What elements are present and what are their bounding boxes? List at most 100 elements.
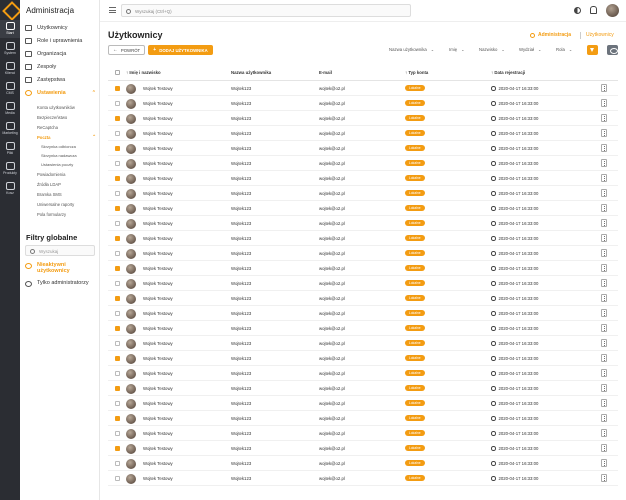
more-vertical-icon[interactable]: [601, 234, 607, 242]
column-visibility-button[interactable]: [607, 45, 618, 55]
table-row[interactable]: Wojtek Testowy Wojtek123 wojtek@o2.pl Lokal…: [108, 141, 618, 156]
column-header-email[interactable]: E-mail: [319, 70, 332, 75]
sidebar-item-1[interactable]: Role i uprawnienia: [20, 34, 100, 47]
sort-select-0[interactable]: Nazwa użytkownika ⌄: [389, 47, 434, 52]
rail-item-start[interactable]: Start: [0, 20, 20, 38]
table-row[interactable]: Wojtek Testowy Wojtek123 wojtek@o2.pl Lokal…: [108, 201, 618, 216]
sort-select-3[interactable]: Wydział ⌄: [519, 47, 541, 52]
more-vertical-icon[interactable]: [601, 264, 607, 272]
more-vertical-icon[interactable]: [601, 144, 607, 152]
table-row[interactable]: Wojtek Testowy Wojtek123 wojtek@o2.pl Lokal…: [108, 321, 618, 336]
table-row[interactable]: Wojtek Testowy Wojtek123 wojtek@o2.pl Lokal…: [108, 246, 618, 261]
table-row[interactable]: Wojtek Testowy Wojtek123 wojtek@o2.pl Lokal…: [108, 261, 618, 276]
rail-item-klienci[interactable]: Klienci: [0, 60, 20, 78]
column-header-login[interactable]: Nazwa użytkownika: [231, 70, 271, 75]
mail-subitem-2[interactable]: Ustawienia poczty: [20, 160, 100, 169]
table-row[interactable]: Wojtek Testowy Wojtek123 wojtek@o2.pl Lokal…: [108, 186, 618, 201]
sort-select-4[interactable]: Rola ⌄: [556, 47, 572, 52]
table-row[interactable]: Wojtek Testowy Wojtek123 wojtek@o2.pl Lokal…: [108, 471, 618, 486]
back-button[interactable]: ← POWRÓT: [108, 45, 145, 55]
more-vertical-icon[interactable]: [601, 369, 607, 377]
row-checkbox[interactable]: [115, 236, 120, 241]
row-checkbox[interactable]: [115, 371, 120, 376]
global-filter-0[interactable]: Nieaktywni użytkownicy: [25, 262, 89, 274]
table-row[interactable]: Wojtek Testowy Wojtek123 wojtek@o2.pl Lokal…: [108, 291, 618, 306]
more-vertical-icon[interactable]: [601, 189, 607, 197]
row-checkbox[interactable]: [115, 221, 120, 226]
rail-item-system[interactable]: System: [0, 40, 20, 58]
row-checkbox[interactable]: [115, 341, 120, 346]
more-vertical-icon[interactable]: [601, 339, 607, 347]
table-row[interactable]: Wojtek Testowy Wojtek123 wojtek@o2.pl Lokal…: [108, 111, 618, 126]
settings-subitem-extra-0[interactable]: Powiadomienia: [20, 169, 100, 179]
row-checkbox[interactable]: [115, 296, 120, 301]
settings-subitem-extra-4[interactable]: Pola formularzy: [20, 209, 100, 219]
breadcrumb-users-link[interactable]: Użytkownicy: [586, 32, 614, 38]
more-vertical-icon[interactable]: [601, 84, 607, 92]
table-row[interactable]: Wojtek Testowy Wojtek123 wojtek@o2.pl Lokal…: [108, 456, 618, 471]
table-row[interactable]: Wojtek Testowy Wojtek123 wojtek@o2.pl Lokal…: [108, 81, 618, 96]
settings-subitem-3[interactable]: Poczta ⌃: [20, 132, 100, 142]
row-checkbox[interactable]: [115, 176, 120, 181]
settings-subitem-extra-2[interactable]: Bramka SMS: [20, 189, 100, 199]
table-row[interactable]: Wojtek Testowy Wojtek123 wojtek@o2.pl Lokal…: [108, 276, 618, 291]
row-checkbox[interactable]: [115, 476, 120, 481]
settings-subitem-2[interactable]: ReCaptcha: [20, 122, 100, 132]
row-checkbox[interactable]: [115, 146, 120, 151]
row-checkbox[interactable]: [115, 161, 120, 166]
more-vertical-icon[interactable]: [601, 159, 607, 167]
table-row[interactable]: Wojtek Testowy Wojtek123 wojtek@o2.pl Lokal…: [108, 216, 618, 231]
more-vertical-icon[interactable]: [601, 294, 607, 302]
column-header-type[interactable]: ↑ Typ konta: [405, 70, 428, 75]
row-checkbox[interactable]: [115, 101, 120, 106]
row-checkbox[interactable]: [115, 461, 120, 466]
row-checkbox[interactable]: [115, 446, 120, 451]
sidebar-item-4[interactable]: Zastępstwa: [20, 73, 100, 86]
global-search-input[interactable]: Wyszukaj (Ctrl+Q): [121, 4, 411, 17]
row-checkbox[interactable]: [115, 251, 120, 256]
row-checkbox[interactable]: [115, 281, 120, 286]
sidebar-item-5[interactable]: Ustawienia ⌃: [20, 86, 100, 99]
more-vertical-icon[interactable]: [601, 99, 607, 107]
breadcrumb-admin-link[interactable]: Administracja: [530, 32, 571, 38]
table-row[interactable]: Wojtek Testowy Wojtek123 wojtek@o2.pl Lokal…: [108, 126, 618, 141]
more-vertical-icon[interactable]: [601, 384, 607, 392]
table-row[interactable]: Wojtek Testowy Wojtek123 wojtek@o2.pl Lokal…: [108, 366, 618, 381]
add-user-button[interactable]: + DODAJ UŻYTKOWNIKA: [148, 45, 213, 55]
mail-subitem-1[interactable]: Skrzynka nadawcza: [20, 151, 100, 160]
more-vertical-icon[interactable]: [601, 219, 607, 227]
row-checkbox[interactable]: [115, 386, 120, 391]
row-checkbox[interactable]: [115, 326, 120, 331]
rail-item-pliki[interactable]: Pliki: [0, 140, 20, 158]
row-checkbox[interactable]: [115, 356, 120, 361]
more-vertical-icon[interactable]: [601, 324, 607, 332]
filter-search-input[interactable]: Wyszukaj: [25, 245, 95, 256]
row-checkbox[interactable]: [115, 191, 120, 196]
rail-item-media[interactable]: Media: [0, 100, 20, 118]
table-row[interactable]: Wojtek Testowy Wojtek123 wojtek@o2.pl Lokal…: [108, 441, 618, 456]
more-vertical-icon[interactable]: [601, 429, 607, 437]
more-vertical-icon[interactable]: [601, 309, 607, 317]
settings-subitem-extra-3[interactable]: Uniwersalne raporty: [20, 199, 100, 209]
row-checkbox[interactable]: [115, 266, 120, 271]
table-row[interactable]: Wojtek Testowy Wojtek123 wojtek@o2.pl Lokal…: [108, 96, 618, 111]
table-row[interactable]: Wojtek Testowy Wojtek123 wojtek@o2.pl Lokal…: [108, 411, 618, 426]
more-vertical-icon[interactable]: [601, 174, 607, 182]
rail-item-produkty[interactable]: Produkty: [0, 160, 20, 178]
bell-icon[interactable]: [590, 6, 597, 14]
user-avatar[interactable]: [606, 4, 619, 17]
table-row[interactable]: Wojtek Testowy Wojtek123 wojtek@o2.pl Lokal…: [108, 381, 618, 396]
row-checkbox[interactable]: [115, 116, 120, 121]
rail-item-marketing[interactable]: Marketing: [0, 120, 20, 138]
more-vertical-icon[interactable]: [601, 114, 607, 122]
row-checkbox[interactable]: [115, 131, 120, 136]
sort-select-2[interactable]: Nazwisko ⌄: [479, 47, 505, 52]
more-vertical-icon[interactable]: [601, 279, 607, 287]
row-checkbox[interactable]: [115, 311, 120, 316]
mail-subitem-0[interactable]: Skrzynka odbiorcza: [20, 142, 100, 151]
table-row[interactable]: Wojtek Testowy Wojtek123 wojtek@o2.pl Lokal…: [108, 306, 618, 321]
sidebar-item-3[interactable]: Zespoły: [20, 60, 100, 73]
table-row[interactable]: Wojtek Testowy Wojtek123 wojtek@o2.pl Lokal…: [108, 351, 618, 366]
rail-item-kosz[interactable]: Kosz: [0, 180, 20, 198]
settings-subitem-extra-1[interactable]: Źródła LDAP: [20, 179, 100, 189]
